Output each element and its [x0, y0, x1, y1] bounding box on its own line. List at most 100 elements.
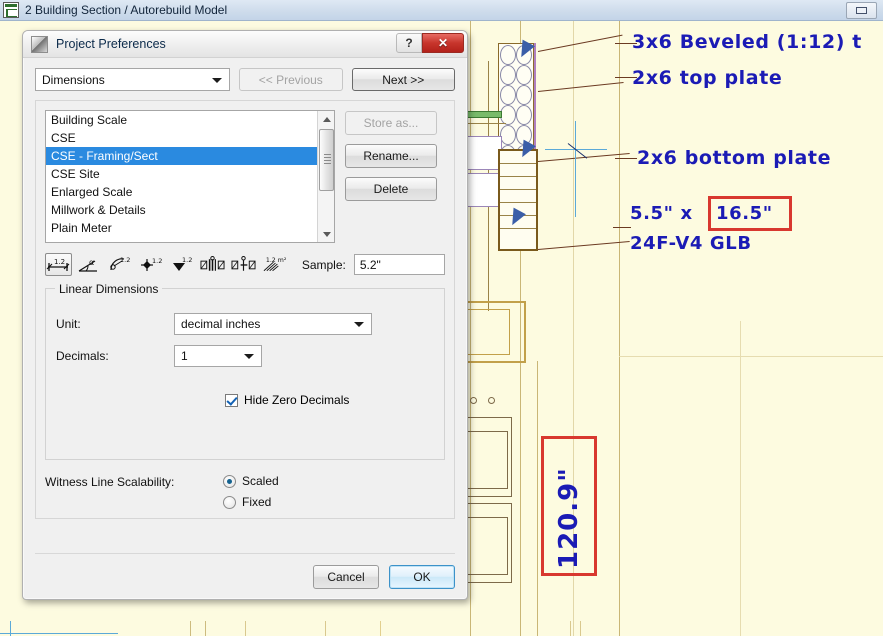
cad-hatch-oval — [500, 45, 516, 65]
list-item[interactable]: CSE Site — [46, 165, 317, 183]
ok-button[interactable]: OK — [389, 565, 455, 589]
unit-value: decimal inches — [181, 317, 260, 331]
svg-text:1.2: 1.2 — [152, 257, 162, 265]
decimals-row: Decimals: 1 — [56, 345, 434, 367]
cad-line — [500, 202, 536, 203]
chevron-down-icon — [244, 354, 254, 359]
list-item[interactable]: Plain Meter — [46, 219, 317, 237]
witness-scaled-option[interactable]: Scaled — [223, 474, 279, 488]
cad-sill-band — [466, 111, 502, 118]
cad-line — [537, 361, 538, 636]
hide-zero-decimals-row[interactable]: Hide Zero Decimals — [56, 393, 434, 407]
cad-hatch-block — [466, 173, 502, 207]
application-window: 3x6 Beveled (1:12) t 2x6 top plate 2x6 b… — [0, 0, 883, 636]
previous-button[interactable]: << Previous — [239, 68, 342, 91]
footer-divider — [35, 553, 455, 554]
rename-button[interactable]: Rename... — [345, 144, 437, 168]
cad-hatch-oval — [500, 65, 516, 85]
cad-knob — [470, 397, 477, 404]
cad-hatch-oval — [500, 125, 516, 145]
crosshair-diagonal — [568, 143, 588, 159]
help-button[interactable]: ? — [396, 33, 422, 53]
dialog-top-row: Dimensions << Previous Next >> — [35, 68, 455, 91]
list-item[interactable]: Millwork & Details — [46, 201, 317, 219]
witness-line-label: Witness Line Scalability: — [45, 474, 223, 489]
main-window-titlebar: 2 Building Section / Autorebuild Model — [0, 0, 883, 21]
witness-fixed-label: Fixed — [242, 495, 271, 509]
leader-line — [538, 35, 623, 52]
document-icon — [3, 2, 19, 18]
chevron-down-icon — [354, 322, 364, 327]
sample-field[interactable]: 5.2" — [354, 254, 445, 275]
witness-fixed-option[interactable]: Fixed — [223, 495, 279, 509]
cad-line — [500, 176, 536, 177]
list-item[interactable]: Enlarged Scale — [46, 183, 317, 201]
decimals-label: Decimals: — [56, 349, 174, 363]
radial-dimension-icon[interactable]: 1.2 — [107, 253, 134, 276]
list-item[interactable]: Building Scale — [46, 111, 317, 129]
cad-hatch-oval — [516, 65, 532, 85]
scheme-listbox[interactable]: Building Scale CSE CSE - Framing/Sect CS… — [45, 110, 335, 243]
cad-line — [190, 621, 191, 636]
preference-scheme-combo[interactable]: Dimensions — [35, 68, 230, 91]
angular-dimension-icon[interactable]: α — [76, 253, 103, 276]
list-item[interactable]: CSE — [46, 129, 317, 147]
crosshair-vertical — [575, 121, 576, 217]
radio-scaled[interactable] — [223, 475, 236, 488]
svg-text:1.2 m²: 1.2 m² — [266, 257, 287, 264]
dialog-window-buttons: ? ✕ — [396, 33, 464, 53]
cad-line — [500, 189, 536, 190]
linear-dimension-icon[interactable]: 1.2 — [45, 253, 72, 276]
caret-down-icon[interactable] — [318, 226, 335, 242]
window-marker-icon[interactable] — [230, 253, 257, 276]
chevron-down-icon — [212, 78, 222, 83]
main-window-title: 2 Building Section / Autorebuild Model — [25, 3, 227, 17]
dialog-titlebar[interactable]: Project Preferences ? ✕ — [23, 31, 467, 58]
close-icon[interactable]: ✕ — [422, 33, 464, 53]
level-dimension-icon[interactable]: 1.2 — [137, 253, 164, 276]
project-preferences-dialog: Project Preferences ? ✕ Dimensions << Pr… — [22, 30, 468, 600]
cancel-button[interactable]: Cancel — [313, 565, 379, 589]
listbox-scrollbar[interactable] — [317, 111, 334, 242]
restore-icon[interactable] — [846, 2, 877, 19]
decimals-value: 1 — [181, 349, 188, 363]
unit-label: Unit: — [56, 317, 174, 331]
cad-hatch-oval — [516, 85, 532, 105]
unit-select[interactable]: decimal inches — [174, 313, 372, 335]
linear-dimensions-fieldset: Linear Dimensions Unit: decimal inches D… — [45, 288, 445, 460]
leader-line — [615, 158, 637, 159]
cad-line — [570, 621, 571, 636]
list-item-selected[interactable]: CSE - Framing/Sect — [46, 147, 317, 165]
unit-row: Unit: decimal inches — [56, 313, 434, 335]
leader-line — [538, 241, 630, 250]
cad-line — [245, 621, 246, 636]
elevation-dimension-icon[interactable]: 1.2 — [168, 253, 195, 276]
store-as-button[interactable]: Store as... — [345, 111, 437, 135]
next-button[interactable]: Next >> — [352, 68, 455, 91]
cad-line — [380, 621, 381, 636]
scrollbar-thumb[interactable] — [319, 129, 334, 191]
cad-hatch-oval — [500, 85, 516, 105]
decimals-select[interactable]: 1 — [174, 345, 262, 367]
cad-line — [466, 123, 506, 124]
door-marker-icon[interactable] — [199, 253, 226, 276]
cad-line — [205, 621, 206, 636]
annotation-beam-grade: 24F-V4 GLB — [630, 233, 752, 254]
delete-button[interactable]: Delete — [345, 177, 437, 201]
sample-label: Sample: — [302, 258, 346, 272]
scheme-list-items: Building Scale CSE CSE - Framing/Sect CS… — [46, 111, 317, 237]
dialog-body: Dimensions << Previous Next >> Building … — [23, 58, 467, 529]
scrollbar-grip — [324, 157, 331, 158]
radio-fixed[interactable] — [223, 496, 236, 509]
cad-hatch-block — [466, 136, 502, 170]
caret-up-icon[interactable] — [318, 111, 335, 127]
cad-plate-stack — [498, 149, 538, 251]
witness-line-radios: Scaled Fixed — [223, 474, 279, 509]
area-dimension-icon[interactable]: 1.2 m² — [261, 253, 288, 276]
hide-zero-decimals-checkbox[interactable] — [225, 394, 238, 407]
cad-cabinet-inner — [464, 517, 508, 575]
cad-line — [619, 356, 883, 357]
archicad-icon — [31, 36, 48, 53]
cad-line — [580, 621, 581, 636]
scheme-side-buttons: Store as... Rename... Delete — [345, 110, 437, 243]
